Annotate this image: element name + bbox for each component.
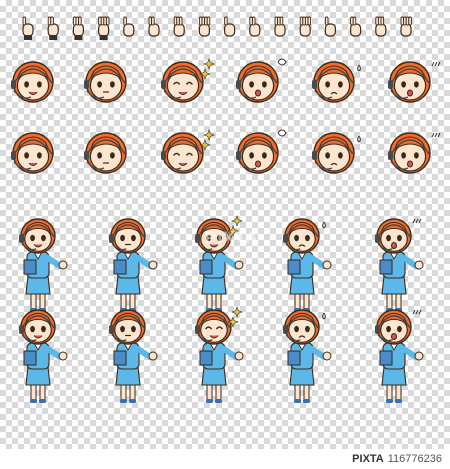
palm-hand-icon <box>400 16 412 37</box>
point-right-hand-icon <box>198 16 211 37</box>
fist-up-hand-icon <box>22 16 34 40</box>
open-palm-hand-icon <box>97 16 110 40</box>
pointing-hand-icon <box>47 16 59 40</box>
figure-laugh-sparkle <box>195 306 244 403</box>
pinch-hand-icon <box>173 16 185 37</box>
face-worried <box>312 61 361 103</box>
open-hand-hand-icon <box>350 16 362 37</box>
face-surprised <box>388 132 441 174</box>
face-angry <box>236 129 287 174</box>
figure-smile-sparkle <box>195 215 244 312</box>
figure-smile-point <box>19 218 68 312</box>
three-hand-icon <box>299 16 312 37</box>
figure-worried-sweat <box>283 309 332 403</box>
one-hand-icon <box>224 16 236 37</box>
figure-smile-point <box>19 309 68 403</box>
thumbs-up-hand-icon <box>249 16 261 37</box>
figure-neutral-point <box>109 218 158 312</box>
character-sheet <box>11 16 441 403</box>
face-laugh-sparkle <box>161 58 215 103</box>
face-smile <box>11 132 54 174</box>
ok-hand-icon <box>72 16 85 40</box>
figure-neutral-point <box>109 309 158 403</box>
figure-surprised <box>375 309 424 403</box>
face-smile <box>11 61 54 103</box>
face-laugh-sparkle <box>161 129 215 174</box>
face-angry <box>236 58 287 103</box>
peace-hand-icon <box>274 16 286 37</box>
face-worried <box>312 132 361 174</box>
face-surprised <box>388 61 441 103</box>
image-number: 116776236 <box>387 453 442 465</box>
figure-worried-sweat <box>283 218 332 312</box>
face-neutral <box>84 132 127 174</box>
five-hand-icon <box>375 16 387 37</box>
footer-bar: PIXTA 116776236 <box>0 449 450 469</box>
four-hand-icon <box>324 16 336 37</box>
figure-surprised <box>375 218 424 312</box>
thumbs-hand-icon <box>148 16 160 37</box>
face-neutral <box>84 61 127 103</box>
brand-logo: PIXTA <box>352 453 384 465</box>
wave-hand-icon <box>123 16 135 37</box>
